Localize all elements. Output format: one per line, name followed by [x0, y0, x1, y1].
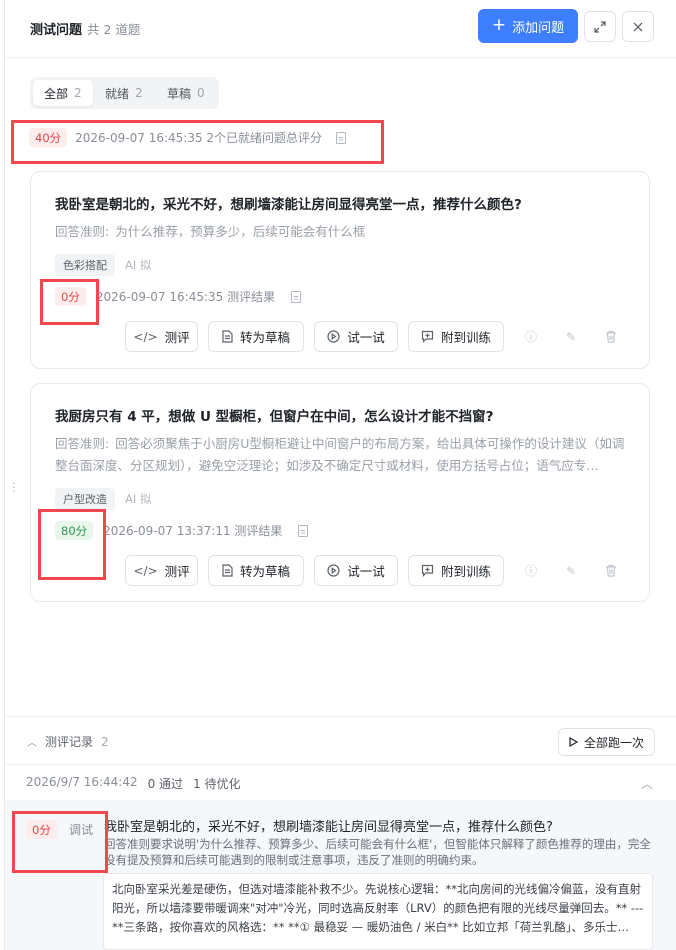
- tab-draft[interactable]: 草稿 0: [156, 80, 216, 106]
- code-icon: </>: [133, 563, 158, 578]
- delete-icon[interactable]: [604, 564, 618, 578]
- add-question-label: 添加问题: [512, 20, 565, 36]
- question-card: 我厨房只有 4 平，想做 U 型橱柜，但窗户在中间，怎么设计才能不挡窗? 回答准…: [30, 383, 650, 602]
- resize-handle[interactable]: ⋮: [8, 481, 20, 493]
- attach-training-label: 附到训练: [440, 564, 491, 579]
- tab-count: 0: [197, 86, 205, 100]
- message-plus-icon: [421, 564, 434, 577]
- attach-training-button[interactable]: 附到训练: [408, 555, 504, 586]
- document-icon[interactable]: [291, 290, 302, 303]
- record-pass: 0 通过: [147, 777, 184, 791]
- attach-training-button[interactable]: 附到训练: [408, 321, 504, 352]
- section-divider: [5, 716, 676, 717]
- plus-icon: +: [491, 14, 507, 35]
- question-criteria: 回答准则: 为什么推荐，预算多少，后续可能会有什么框: [55, 221, 627, 243]
- file-icon: [222, 330, 233, 343]
- question-criteria: 回答准则: 回答必须聚焦于小厨房U型橱柜避让中间窗户的布局方案，给出具体可操作的设…: [55, 433, 627, 477]
- delete-icon[interactable]: [604, 330, 618, 344]
- expand-icon: [594, 20, 606, 33]
- to-draft-button[interactable]: 转为草稿: [208, 321, 304, 352]
- tab-label: 就绪: [105, 86, 130, 101]
- close-icon: [633, 22, 643, 31]
- info-icon[interactable]: ⓘ: [524, 564, 538, 578]
- highlight-box: [12, 811, 108, 873]
- tab-count: 2: [74, 86, 82, 100]
- question-title: 我厨房只有 4 平，想做 U 型橱柜，但窗户在中间，怎么设计才能不挡窗?: [55, 409, 494, 425]
- detail-question: 我卧室是朝北的，采光不好，想刷墙漆能让房间显得亮堂一点，推荐什么颜色?: [104, 820, 553, 835]
- tab-count: 2: [135, 86, 143, 100]
- card-actions: </> 测评 转为草稿 试一试 附到训练 ⓘ ✎: [125, 321, 618, 352]
- question-title: 我卧室是朝北的，采光不好，想刷墙漆能让房间显得亮堂一点，推荐什么颜色?: [55, 197, 522, 213]
- chevron-up-icon[interactable]: ︿: [641, 775, 653, 792]
- category-tag: 色彩搭配: [55, 254, 115, 276]
- chevron-up-icon: ︿: [27, 738, 37, 749]
- evaluate-label: 测评: [164, 564, 190, 579]
- expand-button[interactable]: [584, 11, 616, 42]
- tab-label: 草稿: [167, 86, 192, 101]
- tab-label: 全部: [44, 86, 69, 101]
- play-circle-icon: [327, 564, 340, 577]
- to-draft-button[interactable]: 转为草稿: [208, 555, 304, 586]
- status-filter-tabs: 全部 2 就绪 2 草稿 0: [30, 77, 219, 109]
- to-draft-label: 转为草稿: [239, 330, 290, 345]
- try-label: 试一试: [347, 330, 385, 345]
- detail-reason: 回答准则要求说明'为什么推荐、预算多少、后续可能会有什么框'，但智能体只解释了颜…: [104, 837, 651, 867]
- records-count: 2: [101, 734, 109, 749]
- detail-answer: 北向卧室采光差是硬伤，但选对墙漆能补救不少。先说核心逻辑：**北向房间的光线偏冷…: [103, 873, 653, 950]
- record-time: 2026/9/7 16:44:42: [26, 775, 138, 789]
- criteria-text: 为什么推荐，预算多少，后续可能会有什么框: [115, 224, 366, 239]
- add-question-button[interactable]: + 添加问题: [478, 9, 578, 43]
- criteria-label: 回答准则:: [55, 436, 110, 451]
- to-draft-label: 转为草稿: [239, 564, 290, 579]
- tag-row: 色彩搭配 AI 拟: [55, 254, 151, 276]
- highlight-box: [11, 120, 384, 164]
- record-row[interactable]: 2026/9/7 16:44:42 0 通过 1 待优化: [26, 775, 241, 792]
- edit-icon[interactable]: ✎: [564, 564, 578, 578]
- card-actions: </> 测评 转为草稿 试一试 附到训练 ⓘ ✎: [125, 555, 618, 586]
- page-title: 测试问题: [30, 23, 83, 38]
- close-button[interactable]: [622, 11, 654, 42]
- category-tag: 户型改造: [55, 488, 115, 510]
- evaluate-button[interactable]: </> 测评: [125, 321, 198, 352]
- result-text: 2026-09-07 13:37:11 测评结果: [103, 524, 283, 538]
- attach-training-label: 附到训练: [440, 330, 491, 345]
- highlight-box: [38, 509, 106, 580]
- info-icon[interactable]: ⓘ: [524, 330, 538, 344]
- message-plus-icon: [421, 330, 434, 343]
- try-button[interactable]: 试一试: [314, 555, 398, 586]
- records-toggle[interactable]: ︿ 测评记录 2: [27, 733, 109, 750]
- criteria-label: 回答准则:: [55, 224, 110, 239]
- play-icon: [569, 737, 578, 747]
- code-icon: </>: [133, 329, 158, 344]
- question-count: 共 2 道题: [87, 22, 141, 37]
- record-optimize: 1 待优化: [193, 777, 241, 791]
- records-label: 测评记录: [45, 735, 94, 749]
- try-label: 试一试: [347, 564, 385, 579]
- file-icon: [222, 564, 233, 577]
- tag-row: 户型改造 AI 拟: [55, 488, 151, 510]
- ai-tag: AI 拟: [125, 492, 152, 506]
- document-icon[interactable]: [298, 524, 309, 537]
- section-divider: [5, 764, 676, 765]
- try-button[interactable]: 试一试: [314, 321, 398, 352]
- ai-tag: AI 拟: [125, 258, 152, 272]
- run-all-button[interactable]: 全部跑一次: [558, 728, 655, 756]
- criteria-text: 回答必须聚焦于小厨房U型橱柜避让中间窗户的布局方案，给出具体可操作的设计建议（如…: [55, 436, 625, 473]
- edit-icon[interactable]: ✎: [564, 330, 578, 344]
- highlight-box: [40, 279, 99, 325]
- panel-header: 测试问题 共 2 道题 + 添加问题: [5, 0, 676, 58]
- play-circle-icon: [327, 330, 340, 343]
- evaluate-label: 测评: [164, 330, 190, 345]
- question-card: 我卧室是朝北的，采光不好，想刷墙漆能让房间显得亮堂一点，推荐什么颜色? 回答准则…: [30, 171, 650, 369]
- tab-ready[interactable]: 就绪 2: [94, 80, 154, 106]
- result-text: 2026-09-07 16:45:35 测评结果: [95, 290, 276, 304]
- evaluate-button[interactable]: </> 测评: [125, 555, 198, 586]
- tab-all[interactable]: 全部 2: [33, 80, 93, 106]
- run-all-label: 全部跑一次: [583, 735, 644, 750]
